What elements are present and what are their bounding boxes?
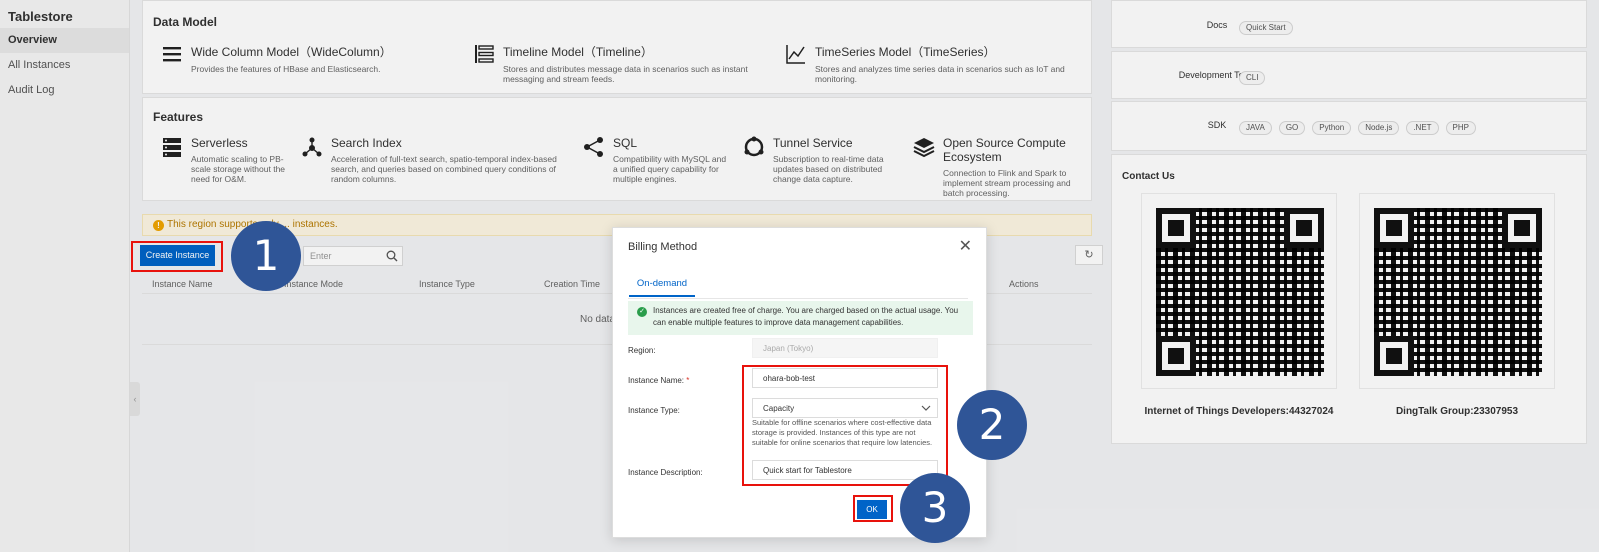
close-icon[interactable]: ✕	[959, 236, 972, 256]
tab-on-demand[interactable]: On-demand	[629, 278, 695, 297]
dialog-title: Billing Method	[628, 241, 698, 253]
label-text: Instance Name:	[628, 376, 685, 385]
required-mark: *	[686, 376, 690, 385]
step-3-marker: 3	[900, 473, 970, 543]
highlight-ok-button	[853, 495, 893, 522]
info-text: Instances are created free of charge. Yo…	[653, 306, 959, 327]
region-field: Japan (Tokyo)	[752, 338, 938, 358]
region-label: Region:	[628, 346, 656, 355]
instance-type-label: Instance Type:	[628, 406, 680, 415]
info-banner: ✓ Instances are created free of charge. …	[628, 301, 973, 335]
step-2-marker: 2	[957, 390, 1027, 460]
highlight-form-fields	[742, 365, 948, 486]
check-circle-icon: ✓	[637, 307, 647, 317]
tab-divider	[628, 298, 968, 299]
step-1-marker: 1	[231, 221, 301, 291]
highlight-create-instance	[131, 241, 223, 272]
instance-description-label: Instance Description:	[628, 468, 703, 477]
instance-name-label: Instance Name: *	[628, 376, 689, 385]
